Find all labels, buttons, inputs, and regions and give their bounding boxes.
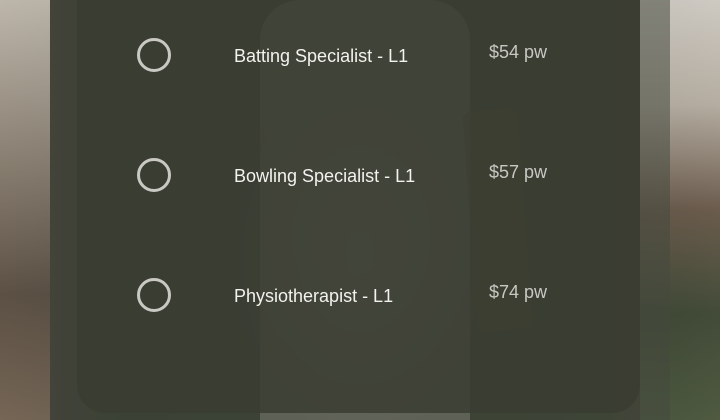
radio-unselected-icon[interactable] <box>137 158 171 192</box>
staff-options-card: Batting Specialist - L1 $54 pw Bowling S… <box>77 0 640 413</box>
background-left-figure <box>0 0 50 420</box>
radio-unselected-icon[interactable] <box>137 38 171 72</box>
option-label: Physiotherapist - L1 <box>234 286 394 306</box>
option-price: $74 pw <box>489 282 548 302</box>
option-label: Bowling Specialist - L1 <box>234 166 416 186</box>
option-bowling-specialist[interactable]: Bowling Specialist - L1 $57 pw <box>77 133 640 213</box>
option-price: $54 pw <box>489 42 548 62</box>
option-label: Batting Specialist - L1 <box>234 46 409 66</box>
option-price: $57 pw <box>489 162 548 182</box>
screen: Batting Specialist - L1 $54 pw Bowling S… <box>0 0 720 420</box>
radio-unselected-icon[interactable] <box>137 278 171 312</box>
option-physiotherapist[interactable]: Physiotherapist - L1 $74 pw <box>77 253 640 333</box>
option-batting-specialist[interactable]: Batting Specialist - L1 $54 pw <box>77 13 640 93</box>
